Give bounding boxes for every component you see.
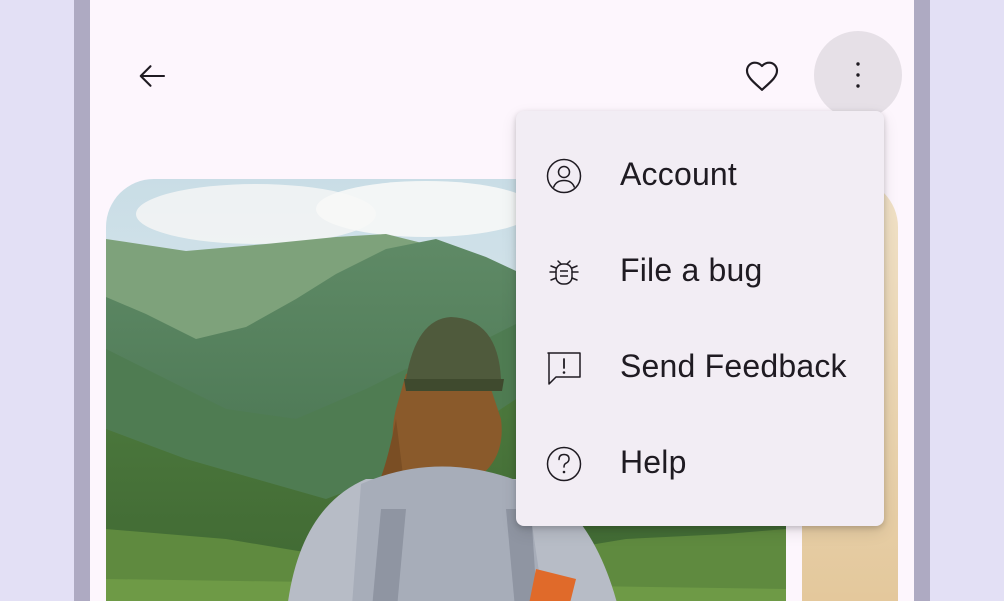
bug-icon [549, 260, 579, 285]
arrow-back-icon [139, 65, 166, 87]
account-circle-icon [546, 158, 582, 194]
app-screen: Account File a bug Send Feedback Help [90, 0, 914, 601]
menu-item-send-feedback[interactable]: Send Feedback [516, 318, 884, 414]
overflow-menu: Account File a bug Send Feedback Help [516, 111, 884, 526]
menu-item-label: Send Feedback [620, 347, 847, 384]
help-circle-icon [546, 446, 582, 482]
more-options-button[interactable] [814, 31, 902, 119]
menu-item-file-a-bug[interactable]: File a bug [516, 222, 884, 318]
heart-outline-icon [745, 61, 779, 91]
more-vert-icon [856, 62, 860, 88]
back-button[interactable] [120, 44, 184, 108]
menu-item-help[interactable]: Help [516, 414, 884, 510]
menu-item-account[interactable]: Account [516, 126, 884, 222]
feedback-icon [547, 352, 581, 385]
menu-item-label: File a bug [620, 251, 763, 288]
favorite-button[interactable] [730, 44, 794, 108]
menu-item-label: Account [620, 155, 738, 192]
menu-item-label: Help [620, 443, 687, 480]
